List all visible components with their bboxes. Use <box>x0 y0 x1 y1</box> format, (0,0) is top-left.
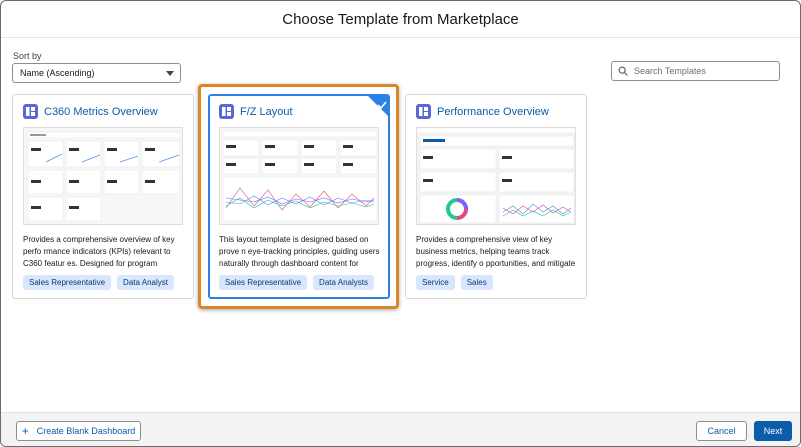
modal-header: Choose Template from Marketplace <box>1 1 800 38</box>
card-header: F/Z Layout <box>219 104 293 119</box>
template-preview-thumbnail <box>219 127 379 225</box>
card-tags: Sales Representative Data Analyst <box>23 275 174 290</box>
tag: Sales <box>460 275 493 290</box>
sort-by-select[interactable]: Name (Ascending) <box>12 63 181 83</box>
template-card-c360-metrics[interactable]: C360 Metrics Overview Provides a compreh… <box>12 94 194 299</box>
sort-by-label: Sort by <box>13 51 42 61</box>
card-tags: Service Sales <box>416 275 493 290</box>
card-header: C360 Metrics Overview <box>23 104 158 119</box>
tag: Data Analyst <box>117 275 174 290</box>
tag: Sales Representative <box>219 275 308 290</box>
tag: Service <box>416 275 455 290</box>
template-card-performance-overview[interactable]: Performance Overview Provides a comprehe… <box>405 94 587 299</box>
search-icon <box>612 66 634 76</box>
card-description: Provides a comprehensive overview of key… <box>23 235 175 268</box>
chevron-down-icon <box>166 71 174 76</box>
search-input[interactable] <box>634 66 774 76</box>
card-description: Provides a comprehensive view of key bus… <box>416 235 576 268</box>
tag: Data Analysts <box>313 275 374 290</box>
tag: Sales Representative <box>23 275 112 290</box>
plus-icon: + <box>21 424 29 438</box>
template-preview-thumbnail <box>416 127 576 225</box>
search-templates-box[interactable] <box>611 61 780 81</box>
create-blank-dashboard-button[interactable]: + Create Blank Dashboard <box>16 421 141 441</box>
dashboard-template-icon <box>219 104 234 119</box>
create-blank-label: Create Blank Dashboard <box>36 426 136 436</box>
card-title: F/Z Layout <box>240 105 293 118</box>
card-tags: Sales Representative Data Analysts <box>219 275 374 290</box>
template-card-fz-layout[interactable]: F/Z Layout This layout template is desig… <box>208 94 390 299</box>
cancel-button[interactable]: Cancel <box>696 421 747 441</box>
sort-selected-value: Name (Ascending) <box>20 68 95 78</box>
dashboard-template-icon <box>23 104 38 119</box>
dashboard-template-icon <box>416 104 431 119</box>
next-button[interactable]: Next <box>754 421 792 441</box>
card-title: C360 Metrics Overview <box>44 105 158 118</box>
modal-title: Choose Template from Marketplace <box>282 10 519 28</box>
modal-footer: + Create Blank Dashboard Cancel Next <box>1 412 800 446</box>
card-description: This layout template is designed based o… <box>219 235 380 268</box>
template-modal: Choose Template from Marketplace Sort by… <box>0 0 801 447</box>
card-title: Performance Overview <box>437 105 549 118</box>
checkmark-icon <box>377 96 387 114</box>
card-header: Performance Overview <box>416 104 549 119</box>
template-preview-thumbnail <box>23 127 183 225</box>
